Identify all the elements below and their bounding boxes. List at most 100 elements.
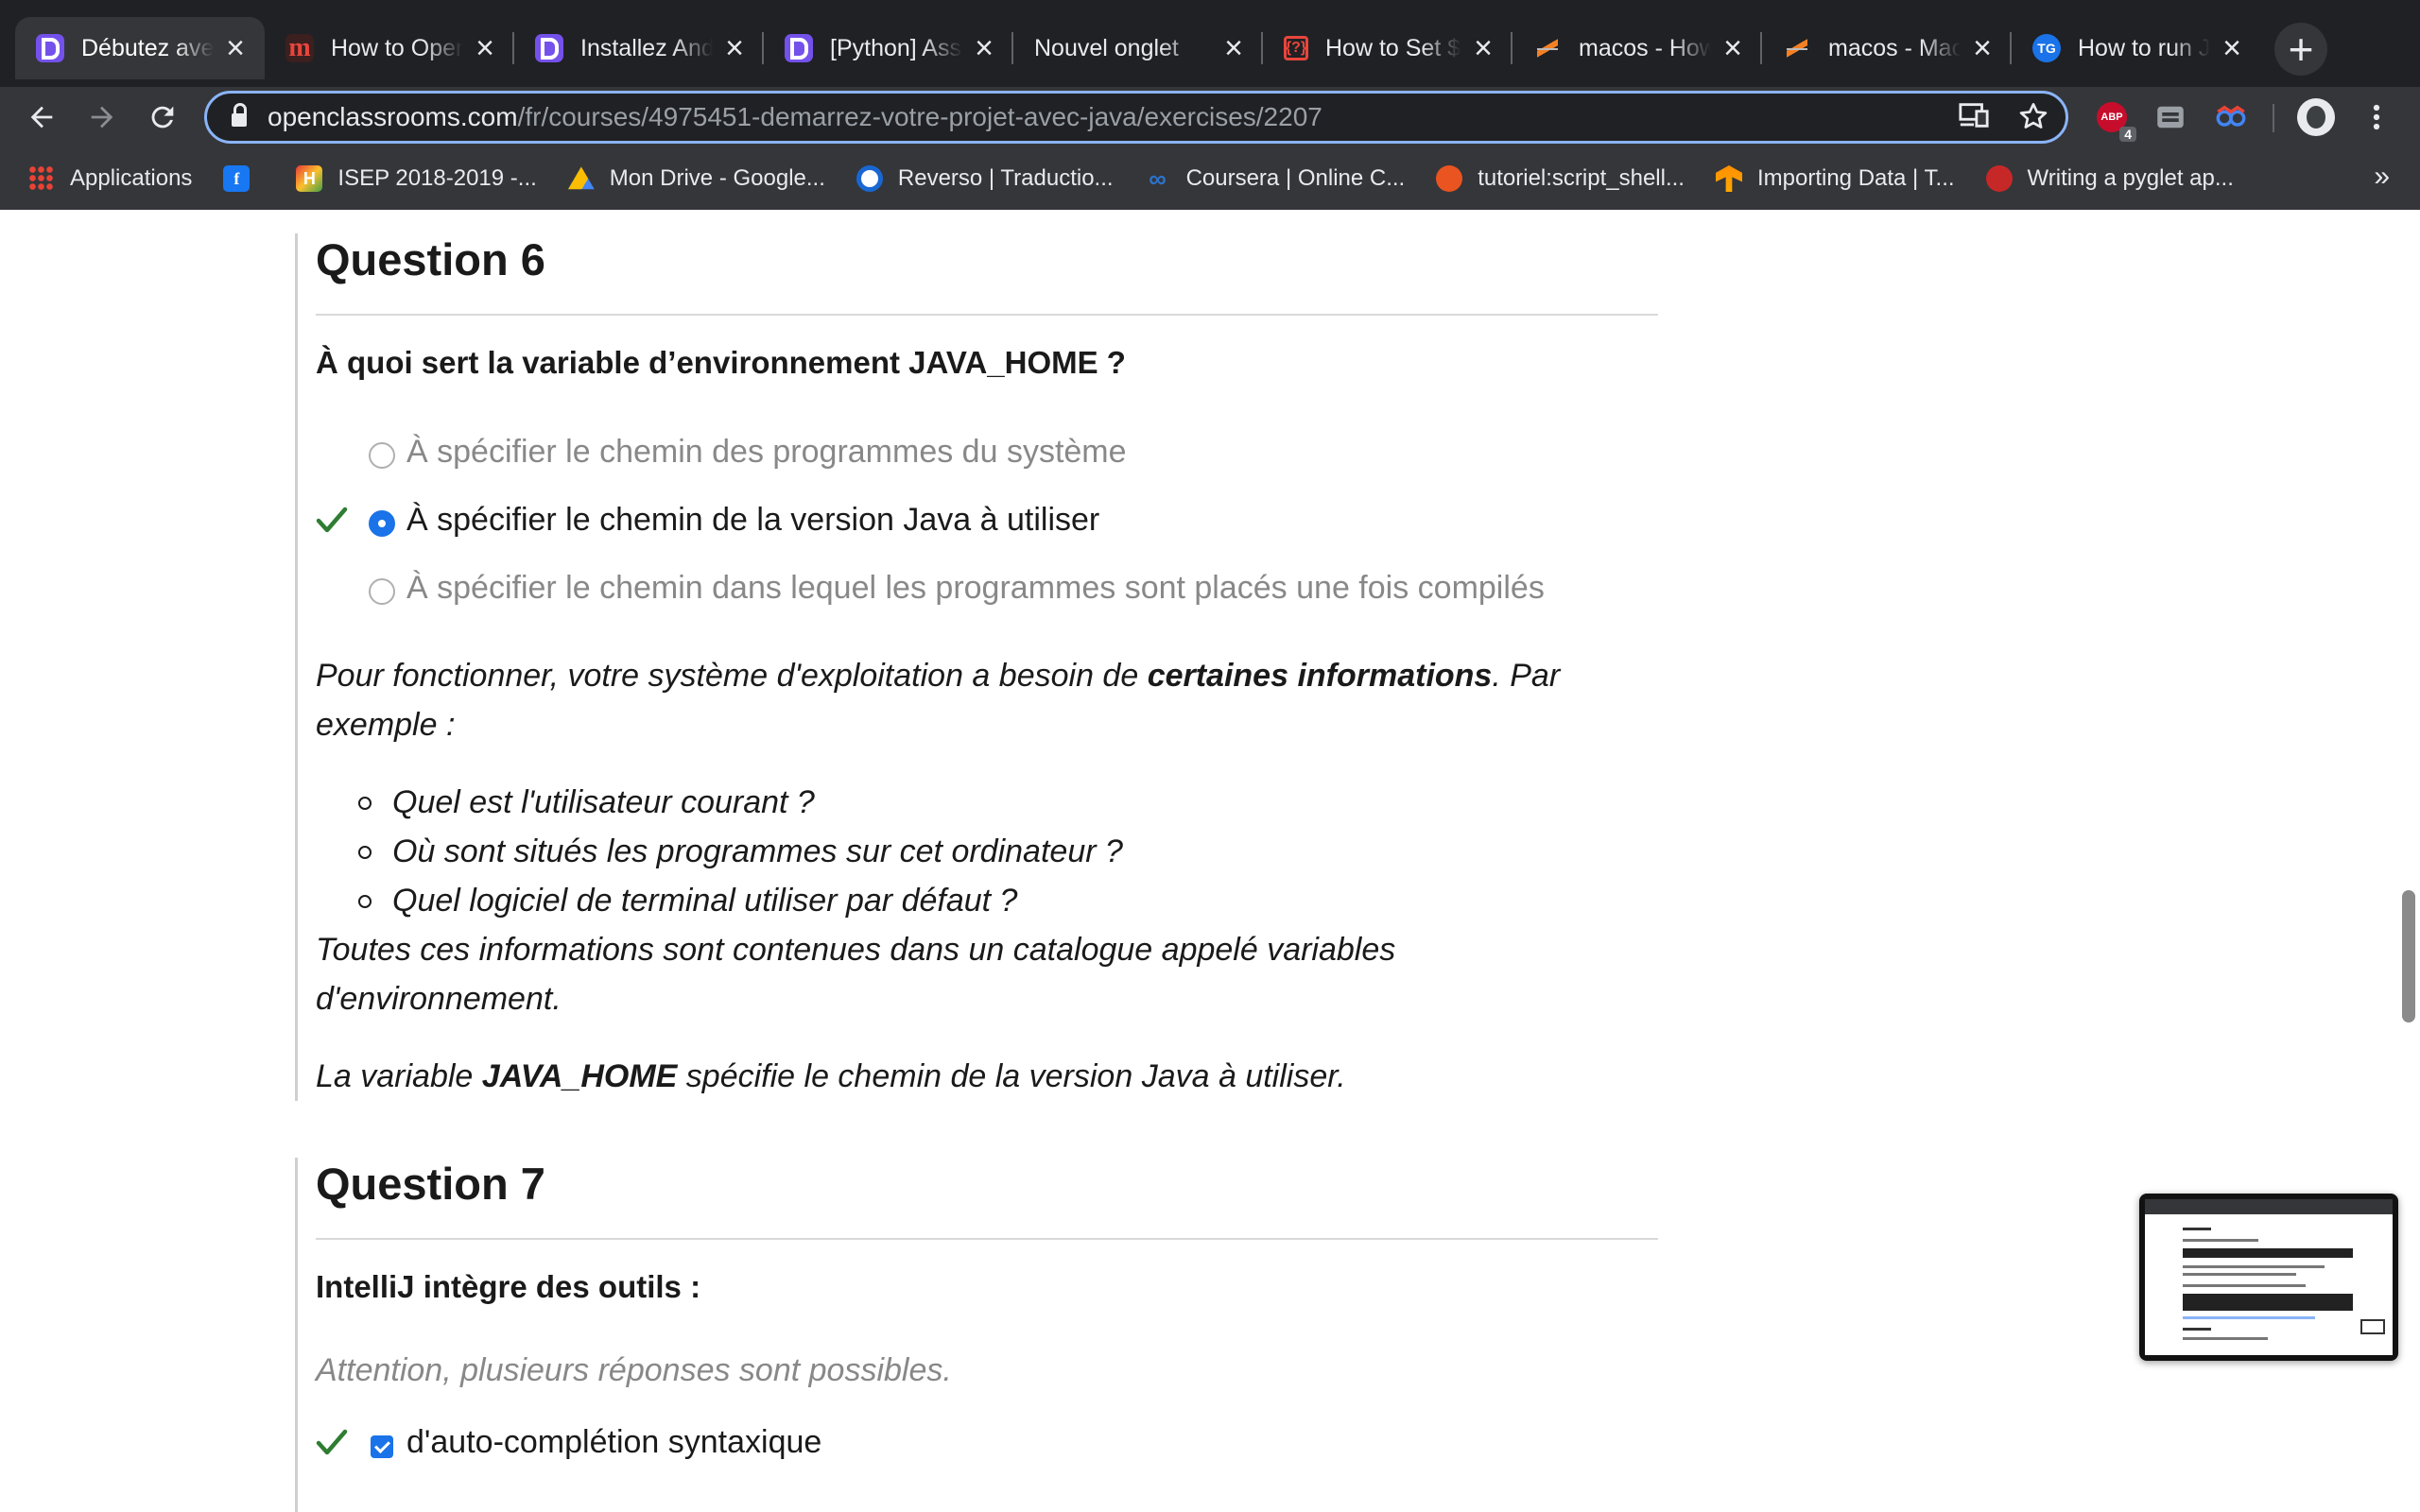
question-title: Question 6 — [316, 234, 545, 284]
reload-icon — [151, 106, 174, 129]
tg-icon: TG — [2032, 34, 2061, 62]
option-label: À spécifier le chemin dans lequel les pr… — [406, 570, 1545, 606]
tab-how-to-open[interactable]: m How to Open × — [265, 17, 514, 79]
bookmark-applications[interactable]: Applications — [28, 165, 192, 192]
lock-icon — [232, 103, 247, 127]
tab-python-assert[interactable]: [Python] Assert × — [764, 17, 1013, 79]
tab-installez-android[interactable]: Installez Android × — [514, 17, 764, 79]
answer-option[interactable]: d'auto-complétion syntaxique — [316, 1420, 1639, 1468]
correct-check-icon — [316, 1429, 348, 1455]
bookmark-reverso[interactable]: Reverso | Traductio... — [856, 165, 1114, 192]
extension-button[interactable] — [2150, 96, 2191, 138]
forward-button[interactable] — [79, 94, 125, 140]
tab-title: Installez Android — [580, 34, 713, 61]
question-6: Question 6 À quoi sert la variable d’env… — [295, 233, 1658, 1101]
coursera-icon: ∞ — [1149, 163, 1167, 193]
adblock-extension[interactable]: ABP 4 — [2091, 96, 2136, 142]
preview-thumbnail — [2145, 1199, 2393, 1355]
openclassrooms-icon — [535, 34, 563, 62]
stackoverflow-icon — [1533, 34, 1562, 62]
answer-option[interactable]: À spécifier le chemin dans lequel les pr… — [316, 566, 1639, 613]
tab-title: How to run J — [2078, 34, 2210, 61]
bookmarks-bar: Applications f H ISEP 2018-2019 -... Mon… — [0, 147, 2420, 210]
bookmark-google-drive[interactable]: Mon Drive - Google... — [567, 165, 825, 192]
install-app-icon[interactable] — [1958, 101, 1990, 129]
openclassrooms-icon — [36, 34, 64, 62]
close-tab-icon[interactable]: × — [221, 32, 250, 64]
close-tab-icon[interactable]: × — [1219, 32, 1248, 64]
radio-button[interactable] — [369, 578, 395, 605]
extension-button[interactable] — [2210, 96, 2252, 138]
address-bar[interactable]: openclassrooms.com/fr/courses/4975451-de… — [204, 91, 2068, 144]
menu-button[interactable] — [2356, 96, 2397, 138]
radio-button[interactable] — [369, 442, 395, 469]
close-tab-icon[interactable]: × — [720, 32, 749, 64]
question-7: Question 7 IntelliJ intègre des outils :… — [295, 1158, 1658, 1512]
option-label: À spécifier le chemin de la version Java… — [406, 502, 1100, 538]
tab-title: Débutez avec — [81, 34, 214, 61]
question-hint: Attention, plusieurs réponses sont possi… — [316, 1352, 952, 1388]
close-tab-icon[interactable]: × — [1469, 32, 1497, 64]
glasses-extension-icon — [2216, 105, 2246, 127]
new-tab-button[interactable]: + — [2274, 23, 2327, 76]
close-tab-icon[interactable]: × — [471, 32, 499, 64]
avatar — [2297, 98, 2335, 136]
tab-strip: Débutez avec × m How to Open × Installez… — [0, 0, 2420, 87]
bookmarks-overflow-button[interactable]: » — [2374, 161, 2390, 193]
pyglet-icon — [1985, 165, 2013, 192]
code-icon: {?} — [1284, 36, 1308, 60]
tab-how-to-run[interactable]: TG How to run J × — [2012, 17, 2261, 79]
adblock-icon: ABP 4 — [2097, 102, 2136, 142]
correct-check-icon — [316, 507, 348, 533]
bookmark-facebook[interactable]: f — [223, 165, 265, 192]
bookmark-ubuntu[interactable]: tutoriel:script_shell... — [1436, 165, 1685, 192]
answer-option[interactable]: À spécifier le chemin de la version Java… — [316, 498, 1639, 545]
tab-title: macos - How — [1579, 34, 1711, 61]
explanation-paragraph: Toutes ces informations sont contenues d… — [316, 932, 1396, 1017]
bookmark-tensorflow[interactable]: Importing Data | T... — [1715, 165, 1955, 192]
tab-title: How to Open — [331, 34, 463, 61]
close-tab-icon[interactable]: × — [2218, 32, 2246, 64]
apps-grid-icon — [28, 165, 55, 192]
extension-window-icon — [2157, 106, 2184, 129]
option-label: d'auto-complétion syntaxique — [406, 1424, 822, 1460]
checkbox-checked[interactable] — [371, 1435, 393, 1458]
divider — [316, 314, 1658, 316]
reload-button[interactable] — [140, 94, 185, 140]
bookmark-pyglet[interactable]: Writing a pyglet ap... — [1985, 165, 2234, 192]
close-tab-icon[interactable]: × — [1968, 32, 1996, 64]
picture-in-picture-preview[interactable] — [2139, 1194, 2398, 1361]
stackoverflow-icon — [1783, 34, 1811, 62]
close-tab-icon[interactable]: × — [1719, 32, 1747, 64]
tab-title: Nouvel onglet — [1034, 34, 1179, 61]
isep-icon: H — [296, 165, 323, 192]
list-item: Où sont situés les programmes sur cet or… — [358, 827, 1621, 876]
arrow-left-icon — [30, 106, 53, 129]
close-tab-icon[interactable]: × — [970, 32, 998, 64]
page-content: Question 6 À quoi sert la variable d’env… — [0, 210, 2420, 1512]
profile-button[interactable] — [2295, 96, 2337, 138]
tab-macos-how[interactable]: macos - How × — [1512, 17, 1762, 79]
tab-nouvel-onglet[interactable]: Nouvel onglet × — [1013, 17, 1263, 79]
radio-button-selected[interactable] — [369, 510, 395, 537]
tab-title: [Python] Assert — [830, 34, 962, 61]
pip-window-icon[interactable] — [2360, 1319, 2385, 1334]
tab-macos-mac[interactable]: macos - Mac × — [1762, 17, 2012, 79]
bookmark-coursera[interactable]: ∞ Coursera | Online C... — [1145, 163, 1405, 193]
extension-badge: 4 — [2119, 127, 2136, 142]
question-title: Question 7 — [316, 1159, 545, 1209]
google-drive-icon — [567, 166, 595, 190]
list-item: Quel logiciel de terminal utiliser par d… — [358, 876, 1621, 925]
answer-option[interactable]: À spécifier le chemin des programmes du … — [316, 430, 1639, 477]
option-label: À spécifier le chemin des programmes du … — [406, 434, 1127, 470]
tab-debutez-avec-java[interactable]: Débutez avec × — [15, 17, 265, 79]
url-text: openclassrooms.com/fr/courses/4975451-de… — [268, 102, 1322, 131]
list-item: Quel est l'utilisateur courant ? — [358, 778, 1621, 827]
tab-how-to-set[interactable]: {?} How to Set $ × — [1263, 17, 1512, 79]
more-vertical-icon — [2373, 104, 2380, 130]
back-button[interactable] — [19, 94, 64, 140]
scrollbar-thumb[interactable] — [2402, 890, 2415, 1022]
bookmark-star-icon[interactable] — [2018, 101, 2048, 131]
bookmark-isep[interactable]: H ISEP 2018-2019 -... — [296, 165, 537, 192]
divider — [316, 1238, 1658, 1240]
